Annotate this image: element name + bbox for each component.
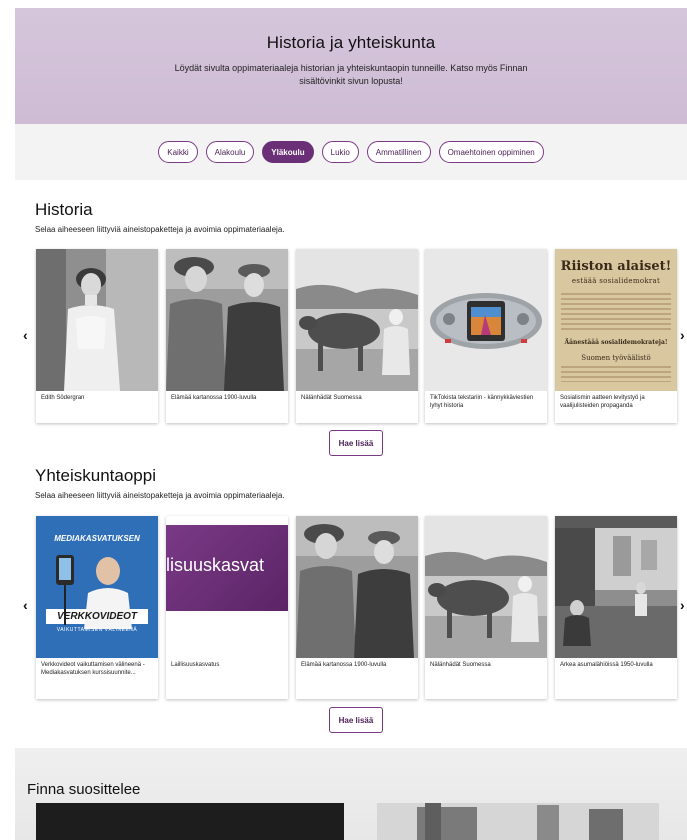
yhteiskuntaoppi-section: Yhteiskuntaoppi Selaa aiheeseen liittyvi… [35, 466, 675, 500]
card-image [425, 249, 547, 391]
carousel-prev-icon[interactable]: ‹ [23, 597, 28, 613]
poster-text-block [561, 366, 671, 382]
card-caption: Arkea asumalähiöissä 1950-luvulla [560, 662, 653, 668]
poster-line: Suomen työväälistö [581, 354, 651, 362]
filter-ylakoulu[interactable]: Yläkoulu [262, 141, 314, 163]
card-caption: Laillisuuskasvatus [171, 662, 220, 668]
finna-recommendation-image[interactable] [377, 803, 659, 840]
card-nalanhadat-2[interactable]: Nälänhädät Suomessa [425, 516, 547, 699]
card-caption: Elämää kartanossa 1900-luvulla [301, 662, 387, 668]
filter-kaikki[interactable]: Kaikki [158, 141, 198, 163]
finna-title: Finna suosittelee [27, 781, 141, 798]
card-sosialismin-aatteen[interactable]: Riiston alaiset! estäää sosialidemokrat … [555, 249, 677, 423]
section-subtitle-historia: Selaa aiheeseen liittyviä aineistopakett… [35, 225, 285, 234]
card-image: MEDIAKASVATUKSEN VERKKOVIDEOT VAIKUTTAMI… [36, 516, 158, 658]
filter-alakoulu[interactable]: Alakoulu [205, 141, 255, 163]
section-title-yhteiskuntaoppi: Yhteiskuntaoppi [35, 466, 156, 485]
section-title-historia: Historia [35, 200, 93, 219]
filter-chips: Kaikki Alakoulu Yläkoulu Lukio Ammatilli… [15, 141, 687, 163]
carousel-next-icon[interactable]: › [680, 597, 685, 613]
cover-top-text: MEDIAKASVATUKSEN [54, 534, 140, 543]
page-title: Historia ja yhteiskunta [266, 33, 436, 52]
card-nalanhadat[interactable]: Nälänhädät Suomessa [296, 249, 418, 423]
card-image: illisuuskasvat [166, 516, 288, 658]
card-image [425, 516, 547, 658]
poster-text-block [561, 293, 671, 331]
card-image [555, 516, 677, 658]
filter-lukio[interactable]: Lukio [321, 141, 359, 163]
cover-bottom-text: VERKKOVIDEOT [46, 609, 148, 624]
card-caption: Nälänhädät Suomessa [301, 395, 362, 401]
card-caption: Verkkovideot vaikuttamisen välineenä - M… [41, 662, 145, 676]
hero-banner: Historia ja yhteiskunta Löydät sivulta o… [15, 8, 687, 124]
card-elamaa-kartanossa[interactable]: Elämää kartanossa 1900-luvulla [166, 249, 288, 423]
card-arkea-asumalahioissa[interactable]: Arkea asumalähiöissä 1950-luvulla [555, 516, 677, 699]
card-image [296, 516, 418, 658]
hero-description: Löydät sivulta oppimateriaaleja historia… [174, 63, 528, 86]
finna-recommends-section: Finna suosittelee [15, 748, 687, 840]
historia-load-more-button[interactable]: Hae lisää [329, 430, 383, 456]
card-image [36, 249, 158, 391]
cover-bottom-subtext: VAIKUTTAMISEN VÄLINEENÄ [56, 627, 138, 633]
filter-bar: Kaikki Alakoulu Yläkoulu Lukio Ammatilli… [15, 124, 687, 180]
poster-headline: Riiston alaiset! [560, 259, 672, 274]
carousel-next-icon[interactable]: › [680, 327, 685, 343]
card-image [296, 249, 418, 391]
card-caption: Nälänhädät Suomessa [430, 662, 491, 668]
card-edith-sodergran[interactable]: Edith Södergran [36, 249, 158, 423]
card-caption: TikTokista tekstariin - kännykkäviestien… [430, 395, 534, 409]
filter-ammatillinen[interactable]: Ammatillinen [366, 141, 431, 163]
section-subtitle-yhteiskuntaoppi: Selaa aiheeseen liittyviä aineistopakett… [35, 491, 285, 500]
carousel-prev-icon[interactable]: ‹ [23, 327, 28, 343]
card-caption: Sosialismin aatteen levitystyö ja vaalij… [560, 395, 645, 409]
banner-image: illisuuskasvat [166, 525, 288, 611]
filter-omaehtoinen[interactable]: Omaehtoinen oppiminen [438, 141, 544, 163]
card-image [166, 249, 288, 391]
card-image: Riiston alaiset! estäää sosialidemokrat … [555, 249, 677, 391]
yhteiskuntaoppi-load-more-button[interactable]: Hae lisää [329, 707, 383, 733]
poster-line: Äänestäää sosialidemokrateja! [564, 339, 668, 346]
card-verkkovideot[interactable]: MEDIAKASVATUKSEN VERKKOVIDEOT VAIKUTTAMI… [36, 516, 158, 699]
historia-section: Historia Selaa aiheeseen liittyviä ainei… [35, 200, 675, 234]
card-caption: Edith Södergran [41, 395, 85, 401]
banner-text: illisuuskasvat [166, 555, 265, 575]
card-elamaa-kartanossa-2[interactable]: Elämää kartanossa 1900-luvulla [296, 516, 418, 699]
card-tiktokista-tekstariin[interactable]: TikTokista tekstariin - kännykkäviestien… [425, 249, 547, 423]
poster-line: estäää sosialidemokrat [571, 277, 661, 285]
finna-recommendation-image[interactable] [36, 803, 344, 840]
card-laillisuuskasvatus[interactable]: illisuuskasvat Laillisuuskasvatus [166, 516, 288, 699]
card-caption: Elämää kartanossa 1900-luvulla [171, 395, 257, 401]
